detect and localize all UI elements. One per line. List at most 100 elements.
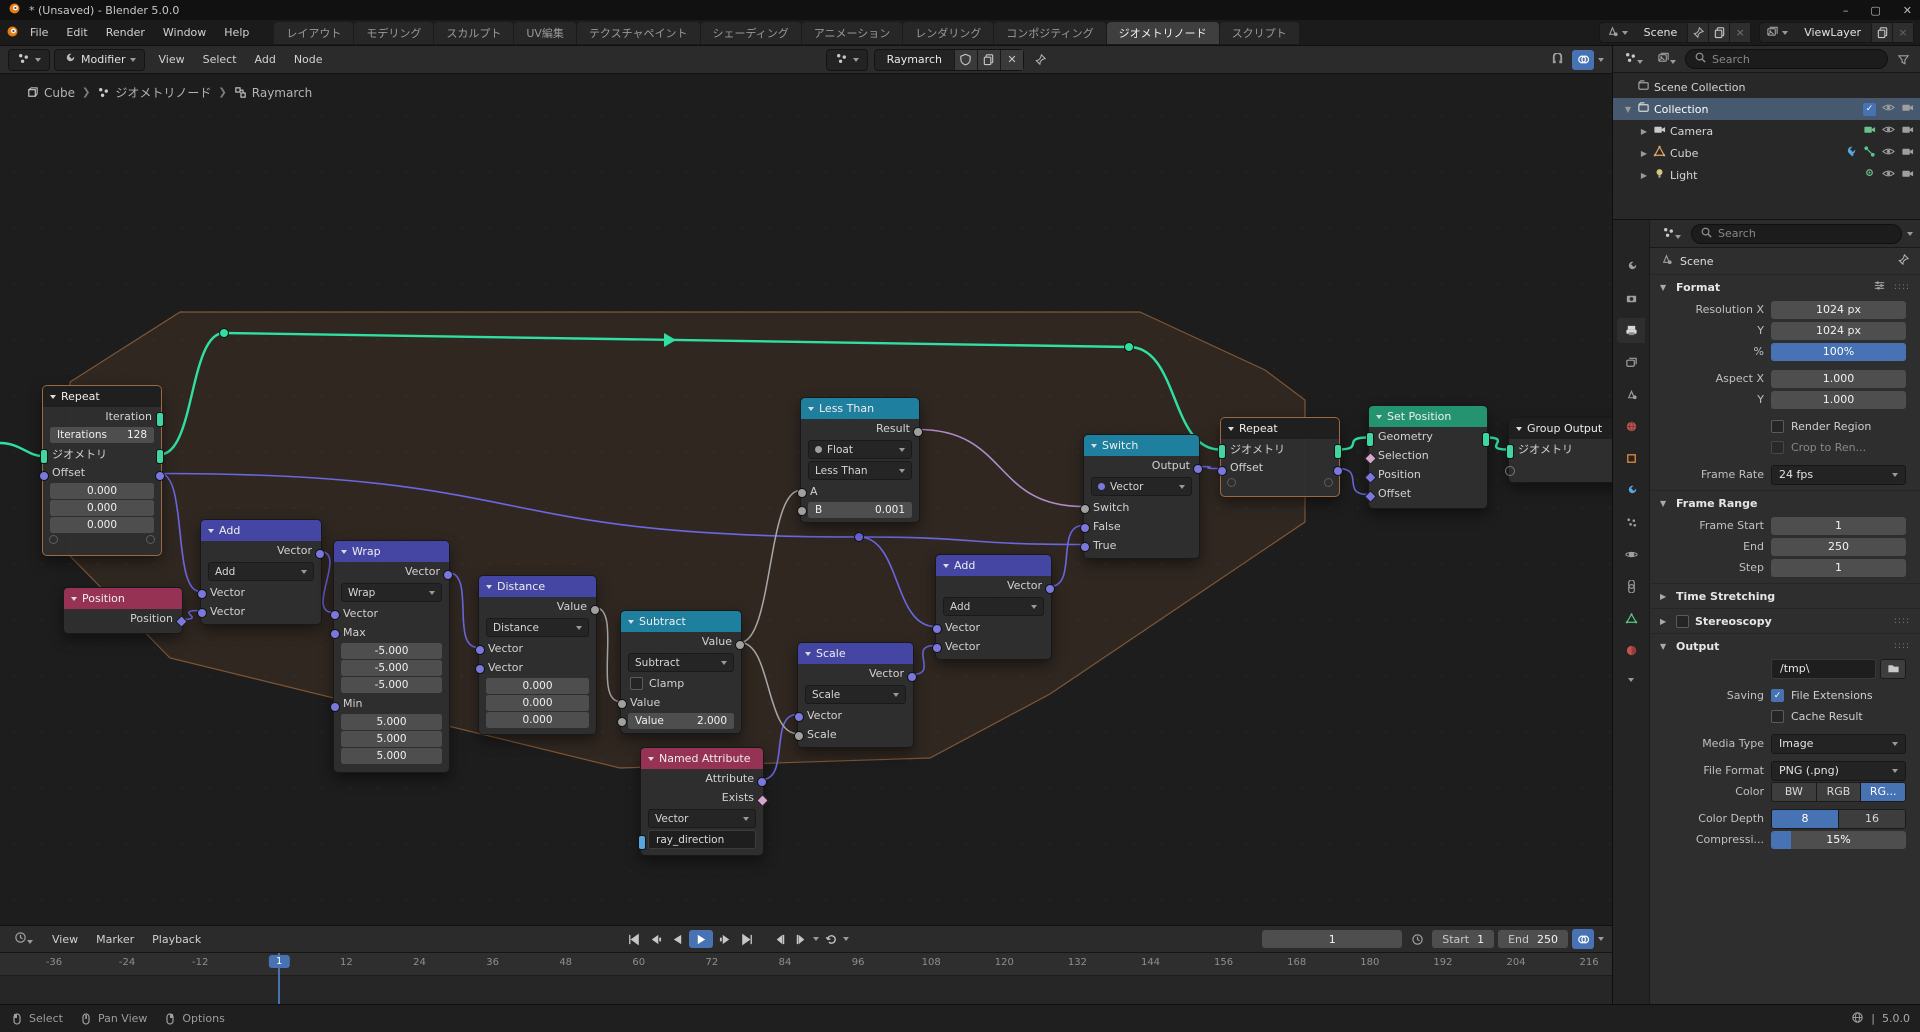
properties-tab-world[interactable] bbox=[1617, 414, 1645, 439]
node-wrap[interactable]: WrapVectorWrapVectorMax-5.000-5.000-5.00… bbox=[333, 540, 450, 773]
node-resize-grips[interactable] bbox=[43, 534, 161, 547]
frame-forward-button[interactable] bbox=[791, 930, 811, 948]
input-socket[interactable] bbox=[932, 624, 942, 634]
node-set-position[interactable]: Set PositionGeometrySelectionPositionOff… bbox=[1368, 405, 1488, 509]
panel-header-output[interactable]: ▼Output:::: bbox=[1650, 633, 1920, 658]
node-number-field[interactable]: 0.000 bbox=[486, 712, 589, 728]
input-socket[interactable] bbox=[40, 449, 48, 464]
dropdown-field[interactable]: Image bbox=[1771, 734, 1906, 754]
overlays-toggle-icon[interactable] bbox=[1572, 50, 1594, 70]
scene-pin-icon[interactable] bbox=[1687, 23, 1708, 42]
expand-caret-icon[interactable]: ▶ bbox=[1639, 149, 1649, 158]
node-number-field[interactable]: 5.000 bbox=[341, 714, 442, 730]
frame-start-field[interactable]: Start1 bbox=[1432, 930, 1494, 948]
node-group-name[interactable]: Raymarch bbox=[875, 53, 954, 66]
disable-render-toggle[interactable] bbox=[1901, 167, 1914, 183]
input-socket[interactable] bbox=[330, 702, 340, 712]
jump-to-next-keyframe-button[interactable] bbox=[715, 930, 735, 948]
timeline-menu-marker[interactable]: Marker bbox=[87, 931, 143, 948]
node-number-field[interactable]: 0.000 bbox=[50, 483, 154, 499]
node-position[interactable]: PositionPosition bbox=[63, 587, 183, 634]
properties-tab-particles[interactable] bbox=[1617, 510, 1645, 535]
output-socket[interactable] bbox=[1333, 466, 1343, 476]
timeline-editor-type-dropdown[interactable] bbox=[8, 929, 39, 949]
menu-help[interactable]: Help bbox=[215, 24, 258, 41]
outliner-editor-type-dropdown[interactable] bbox=[1619, 49, 1648, 69]
pin-icon[interactable] bbox=[1030, 50, 1052, 70]
output-socket[interactable] bbox=[735, 640, 745, 650]
node-dropdown[interactable]: Wrap bbox=[341, 583, 442, 602]
output-socket[interactable] bbox=[315, 549, 325, 559]
node-named-attribute[interactable]: Named AttributeAttributeExistsVectorray_… bbox=[640, 747, 764, 856]
input-socket[interactable] bbox=[330, 610, 340, 620]
node-header[interactable]: Less Than bbox=[801, 398, 919, 419]
minimize-button[interactable]: – bbox=[1843, 4, 1849, 17]
input-socket[interactable] bbox=[1506, 444, 1514, 459]
dropdown-field[interactable]: 24 fps bbox=[1771, 465, 1906, 485]
jump-to-prev-keyframe-button[interactable] bbox=[645, 930, 665, 948]
editor-type-dropdown[interactable] bbox=[8, 49, 50, 71]
menu-window[interactable]: Window bbox=[154, 24, 215, 41]
node-canvas[interactable]: Cube❯ジオメトリノード❯Raymarch RepeatIterationIt… bbox=[0, 74, 1612, 925]
frame-end-field[interactable]: End250 bbox=[1498, 930, 1568, 948]
panel-header-frame-range[interactable]: ▼Frame Range bbox=[1650, 490, 1920, 515]
output-socket[interactable] bbox=[907, 672, 917, 682]
properties-tab-render[interactable] bbox=[1617, 286, 1645, 311]
node-editor-menu-add[interactable]: Add bbox=[246, 51, 285, 68]
value-field[interactable]: 1024 px bbox=[1771, 301, 1906, 319]
workspace-tab[interactable]: レイアウト bbox=[274, 22, 353, 44]
menu-file[interactable]: File bbox=[21, 24, 57, 41]
scene-browse-dropdown[interactable] bbox=[1600, 23, 1634, 42]
segment-option[interactable]: 8 bbox=[1772, 810, 1839, 828]
node-header[interactable]: Position bbox=[64, 588, 182, 609]
properties-tab-modifiers[interactable] bbox=[1617, 478, 1645, 503]
breadcrumb-item[interactable]: Raymarch bbox=[234, 86, 312, 100]
loop-dropdown-icon[interactable] bbox=[843, 937, 849, 941]
properties-tab-object-data[interactable] bbox=[1617, 606, 1645, 631]
expand-caret-icon[interactable]: ▶ bbox=[1639, 127, 1649, 136]
segment-option[interactable]: 16 bbox=[1839, 810, 1905, 828]
overlays-dropdown-icon[interactable] bbox=[1598, 58, 1604, 62]
node-number-field[interactable]: 0.000 bbox=[50, 517, 154, 533]
play-button[interactable] bbox=[689, 930, 713, 948]
node-dropdown[interactable]: Add bbox=[208, 562, 314, 581]
value-field[interactable]: 250 bbox=[1771, 538, 1906, 556]
node-repeat-2[interactable]: RepeatジオメトリOffset bbox=[1220, 417, 1340, 497]
outliner-row-cube[interactable]: ▶Cube bbox=[1613, 142, 1920, 164]
workspace-tab[interactable]: シェーディング bbox=[701, 22, 801, 44]
checkbox[interactable] bbox=[1771, 710, 1784, 723]
node-header[interactable]: Scale bbox=[798, 643, 913, 664]
input-socket[interactable] bbox=[797, 506, 807, 516]
viewlayer-browse-dropdown[interactable] bbox=[1760, 23, 1794, 42]
node-header[interactable]: Repeat bbox=[1221, 418, 1339, 439]
play-reverse-button[interactable] bbox=[667, 930, 687, 948]
node-number-field[interactable]: 5.000 bbox=[341, 748, 442, 764]
outliner-row-scene-collection[interactable]: Scene Collection bbox=[1613, 76, 1920, 98]
workspace-tab[interactable]: ジオメトリノード bbox=[1107, 22, 1219, 44]
input-socket[interactable] bbox=[475, 664, 485, 674]
breadcrumb-item[interactable]: Cube bbox=[26, 86, 75, 100]
segment-option[interactable]: RGB bbox=[1817, 783, 1862, 801]
panel-header-format[interactable]: ▼Format:::: bbox=[1650, 274, 1920, 299]
node-repeat-1[interactable]: RepeatIterationIterations128ジオメトリOffset0… bbox=[42, 385, 162, 556]
disable-render-toggle[interactable] bbox=[1901, 123, 1914, 139]
expand-caret-icon[interactable]: ▼ bbox=[1623, 105, 1633, 114]
workspace-tab[interactable]: テクスチャペイント bbox=[577, 22, 700, 44]
input-socket[interactable] bbox=[1505, 466, 1515, 476]
viewlayer-remove-icon[interactable]: × bbox=[1892, 23, 1913, 42]
input-socket[interactable] bbox=[794, 731, 804, 741]
node-header[interactable]: Group Output bbox=[1509, 418, 1612, 439]
jump-to-start-button[interactable] bbox=[623, 930, 643, 948]
properties-tab-physics[interactable] bbox=[1617, 542, 1645, 567]
node-context-dropdown[interactable]: Modifier bbox=[54, 49, 145, 71]
input-socket[interactable] bbox=[197, 608, 207, 618]
node-dropdown[interactable]: Subtract bbox=[628, 653, 734, 672]
workspace-tab[interactable]: スクリプト bbox=[1220, 22, 1299, 44]
sync-icon[interactable] bbox=[1572, 929, 1594, 949]
node-group-output[interactable]: Group Outputジオメトリ bbox=[1508, 417, 1612, 483]
playback-loop-button[interactable] bbox=[821, 930, 841, 948]
reroute-node[interactable] bbox=[220, 329, 229, 338]
reroute-node[interactable] bbox=[1125, 343, 1134, 352]
value-field[interactable]: 1 bbox=[1771, 517, 1906, 535]
input-socket[interactable] bbox=[39, 471, 49, 481]
